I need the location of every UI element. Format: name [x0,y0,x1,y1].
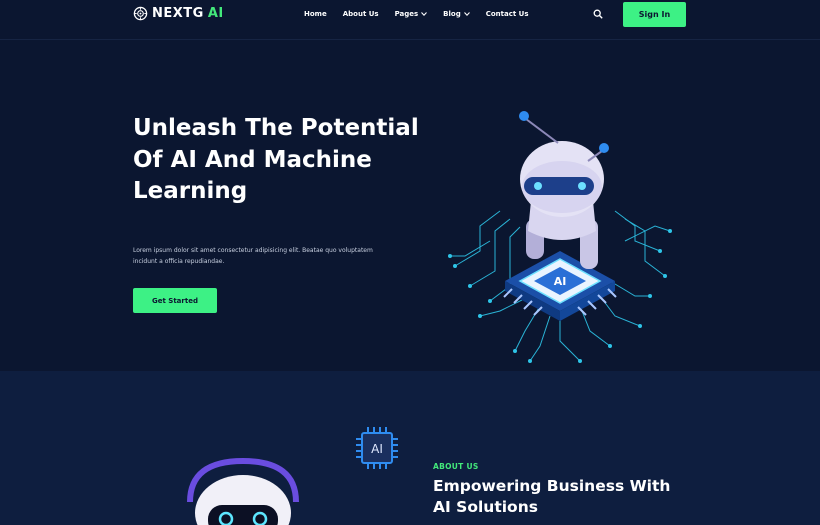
sign-in-button[interactable]: Sign In [623,2,686,27]
nav-contact-label: Contact Us [485,10,529,18]
nav-blog[interactable]: Blog [443,10,470,18]
about-title: Empowering Business With AI Solutions [433,477,671,516]
ai-chip-icon: AI [356,427,398,469]
nav-about[interactable]: About Us [343,10,379,18]
nav-about-label: About Us [342,10,379,18]
logo-text: NEXTG AI [152,6,224,21]
nav-home[interactable]: Home [304,10,327,18]
logo[interactable]: NEXTG AI [133,6,224,21]
nav-pages[interactable]: Pages [395,10,428,18]
hero-chip-label: AI [554,275,567,288]
nav-pages-label: Pages [394,10,419,18]
about-section: AI ABOUT US Empowering Business With AI … [0,371,820,525]
chevron-down-icon [463,12,470,16]
nav-home-label: Home [304,10,327,18]
robot-circuit-illustration: AI [448,111,672,363]
hero-description: Lorem ipsum dolor sit amet consectetur a… [133,247,373,265]
about-chip-label: AI [371,442,383,456]
logo-icon [133,6,148,21]
robot-head-illustration [187,457,299,525]
get-started-button[interactable]: Get Started [133,288,217,313]
hero-section: Unleash The Potential Of AI And Machine … [0,41,820,371]
search-icon[interactable] [593,9,603,19]
site-header: NEXTG AI Home About Us Pages Blog Contact… [0,0,820,40]
main-nav: Home About Us Pages Blog Contact Us [304,10,529,18]
nav-contact[interactable]: Contact Us [486,10,529,18]
about-eyebrow: ABOUT US [433,462,479,471]
hero-title: Unleash The Potential Of AI And Machine … [133,115,419,204]
chevron-down-icon [421,12,428,16]
nav-blog-label: Blog [443,10,461,18]
